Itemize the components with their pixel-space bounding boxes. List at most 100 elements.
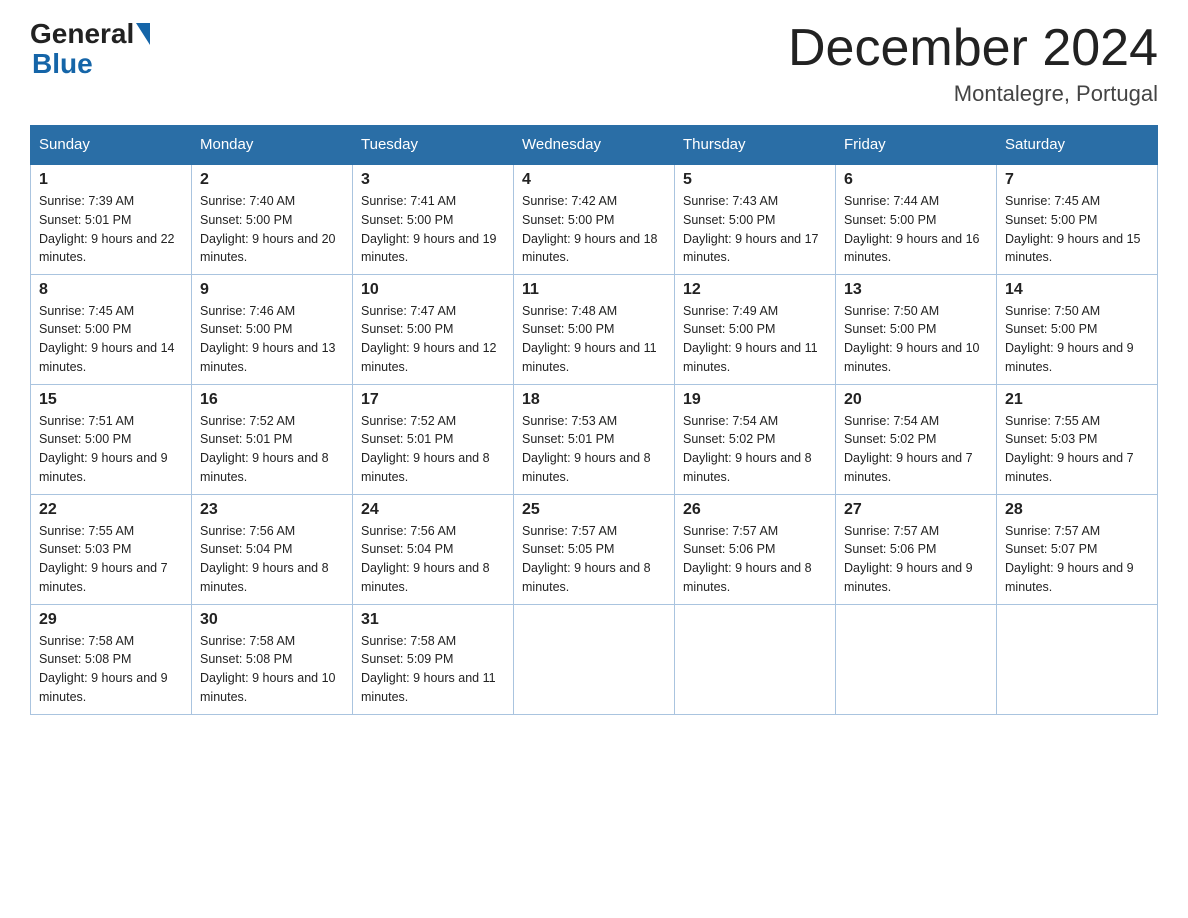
day-number: 4: [522, 171, 666, 189]
week-row-2: 8 Sunrise: 7:45 AMSunset: 5:00 PMDaylight…: [31, 274, 1158, 384]
day-cell-21: 21 Sunrise: 7:55 AMSunset: 5:03 PMDayligh…: [997, 384, 1158, 494]
day-cell-19: 19Sunrise: 7:54 AMSunset: 5:02 PMDayligh…: [675, 384, 836, 494]
header-thursday: Thursday: [675, 126, 836, 165]
day-info: Sunrise: 7:54 AMSunset: 5:02 PMDaylight:…: [683, 412, 827, 487]
day-number: 13: [844, 281, 988, 299]
day-cell-7: 7Sunrise: 7:45 AMSunset: 5:00 PMDaylight…: [997, 164, 1158, 274]
day-info: Sunrise: 7:52 AMSunset: 5:01 PMDaylight:…: [200, 412, 344, 487]
day-number: 12: [683, 281, 827, 299]
day-cell-4: 4 Sunrise: 7:42 AMSunset: 5:00 PMDaylight…: [514, 164, 675, 274]
logo-general-text: General: [30, 20, 134, 48]
day-info: Sunrise: 7:48 AMSunset: 5:00 PMDaylight:…: [522, 302, 666, 377]
day-cell-29: 29 Sunrise: 7:58 AMSunset: 5:08 PMDayligh…: [31, 604, 192, 714]
logo: General Blue: [30, 20, 152, 80]
day-number: 9: [200, 281, 344, 299]
day-info: Sunrise: 7:55 AMSunset: 5:03 PMDaylight:…: [39, 522, 183, 597]
day-cell-30: 30 Sunrise: 7:58 AMSunset: 5:08 PMDayligh…: [192, 604, 353, 714]
day-number: 11: [522, 281, 666, 299]
day-info: Sunrise: 7:41 AMSunset: 5:00 PMDaylight:…: [361, 192, 505, 267]
day-number: 28: [1005, 501, 1149, 519]
day-info: Sunrise: 7:43 AMSunset: 5:00 PMDaylight:…: [683, 192, 827, 267]
day-cell-9: 9 Sunrise: 7:46 AMSunset: 5:00 PMDaylight…: [192, 274, 353, 384]
day-cell-10: 10Sunrise: 7:47 AMSunset: 5:00 PMDayligh…: [353, 274, 514, 384]
day-cell-28: 28 Sunrise: 7:57 AMSunset: 5:07 PMDayligh…: [997, 494, 1158, 604]
day-info: Sunrise: 7:56 AMSunset: 5:04 PMDaylight:…: [200, 522, 344, 597]
day-cell-26: 26 Sunrise: 7:57 AMSunset: 5:06 PMDayligh…: [675, 494, 836, 604]
day-cell-11: 11 Sunrise: 7:48 AMSunset: 5:00 PMDayligh…: [514, 274, 675, 384]
day-cell-3: 3Sunrise: 7:41 AMSunset: 5:00 PMDaylight…: [353, 164, 514, 274]
header-sunday: Sunday: [31, 126, 192, 165]
day-info: Sunrise: 7:46 AMSunset: 5:00 PMDaylight:…: [200, 302, 344, 377]
day-info: Sunrise: 7:45 AMSunset: 5:00 PMDaylight:…: [1005, 192, 1149, 267]
day-cell-25: 25Sunrise: 7:57 AMSunset: 5:05 PMDayligh…: [514, 494, 675, 604]
day-info: Sunrise: 7:52 AMSunset: 5:01 PMDaylight:…: [361, 412, 505, 487]
day-info: Sunrise: 7:50 AMSunset: 5:00 PMDaylight:…: [1005, 302, 1149, 377]
day-info: Sunrise: 7:54 AMSunset: 5:02 PMDaylight:…: [844, 412, 988, 487]
header-friday: Friday: [836, 126, 997, 165]
logo-blue-text: Blue: [32, 48, 93, 80]
day-info: Sunrise: 7:50 AMSunset: 5:00 PMDaylight:…: [844, 302, 988, 377]
title-block: December 2024 Montalegre, Portugal: [788, 20, 1158, 107]
month-title: December 2024: [788, 20, 1158, 77]
day-info: Sunrise: 7:57 AMSunset: 5:06 PMDaylight:…: [683, 522, 827, 597]
day-number: 1: [39, 171, 183, 189]
day-number: 30: [200, 611, 344, 629]
day-cell-27: 27Sunrise: 7:57 AMSunset: 5:06 PMDayligh…: [836, 494, 997, 604]
day-number: 21: [1005, 391, 1149, 409]
header-tuesday: Tuesday: [353, 126, 514, 165]
day-info: Sunrise: 7:44 AMSunset: 5:00 PMDaylight:…: [844, 192, 988, 267]
header-wednesday: Wednesday: [514, 126, 675, 165]
day-number: 31: [361, 611, 505, 629]
day-info: Sunrise: 7:57 AMSunset: 5:07 PMDaylight:…: [1005, 522, 1149, 597]
day-cell-24: 24 Sunrise: 7:56 AMSunset: 5:04 PMDayligh…: [353, 494, 514, 604]
day-number: 8: [39, 281, 183, 299]
day-number: 22: [39, 501, 183, 519]
day-cell-5: 5 Sunrise: 7:43 AMSunset: 5:00 PMDaylight…: [675, 164, 836, 274]
day-cell-31: 31Sunrise: 7:58 AMSunset: 5:09 PMDayligh…: [353, 604, 514, 714]
day-number: 26: [683, 501, 827, 519]
day-cell-17: 17 Sunrise: 7:52 AMSunset: 5:01 PMDayligh…: [353, 384, 514, 494]
day-number: 15: [39, 391, 183, 409]
day-number: 18: [522, 391, 666, 409]
day-cell-6: 6Sunrise: 7:44 AMSunset: 5:00 PMDaylight…: [836, 164, 997, 274]
day-cell-22: 22 Sunrise: 7:55 AMSunset: 5:03 PMDayligh…: [31, 494, 192, 604]
calendar-header-row: SundayMondayTuesdayWednesdayThursdayFrid…: [31, 126, 1158, 165]
day-cell-18: 18 Sunrise: 7:53 AMSunset: 5:01 PMDayligh…: [514, 384, 675, 494]
day-cell-15: 15 Sunrise: 7:51 AMSunset: 5:00 PMDayligh…: [31, 384, 192, 494]
day-info: Sunrise: 7:45 AMSunset: 5:00 PMDaylight:…: [39, 302, 183, 377]
week-row-4: 22 Sunrise: 7:55 AMSunset: 5:03 PMDayligh…: [31, 494, 1158, 604]
day-info: Sunrise: 7:47 AMSunset: 5:00 PMDaylight:…: [361, 302, 505, 377]
day-info: Sunrise: 7:58 AMSunset: 5:08 PMDaylight:…: [39, 632, 183, 707]
day-info: Sunrise: 7:55 AMSunset: 5:03 PMDaylight:…: [1005, 412, 1149, 487]
day-number: 27: [844, 501, 988, 519]
day-number: 20: [844, 391, 988, 409]
day-info: Sunrise: 7:40 AMSunset: 5:00 PMDaylight:…: [200, 192, 344, 267]
day-info: Sunrise: 7:42 AMSunset: 5:00 PMDaylight:…: [522, 192, 666, 267]
day-info: Sunrise: 7:39 AMSunset: 5:01 PMDaylight:…: [39, 192, 183, 267]
day-number: 24: [361, 501, 505, 519]
day-number: 5: [683, 171, 827, 189]
day-cell-2: 2Sunrise: 7:40 AMSunset: 5:00 PMDaylight…: [192, 164, 353, 274]
day-info: Sunrise: 7:51 AMSunset: 5:00 PMDaylight:…: [39, 412, 183, 487]
page-header: General Blue December 2024 Montalegre, P…: [30, 20, 1158, 107]
day-number: 29: [39, 611, 183, 629]
week-row-5: 29 Sunrise: 7:58 AMSunset: 5:08 PMDayligh…: [31, 604, 1158, 714]
empty-cell: [514, 604, 675, 714]
header-saturday: Saturday: [997, 126, 1158, 165]
calendar-table: SundayMondayTuesdayWednesdayThursdayFrid…: [30, 125, 1158, 715]
header-monday: Monday: [192, 126, 353, 165]
day-info: Sunrise: 7:58 AMSunset: 5:08 PMDaylight:…: [200, 632, 344, 707]
day-info: Sunrise: 7:56 AMSunset: 5:04 PMDaylight:…: [361, 522, 505, 597]
empty-cell: [836, 604, 997, 714]
day-cell-14: 14 Sunrise: 7:50 AMSunset: 5:00 PMDayligh…: [997, 274, 1158, 384]
logo-triangle-icon: [136, 23, 150, 45]
day-cell-1: 1 Sunrise: 7:39 AMSunset: 5:01 PMDaylight…: [31, 164, 192, 274]
location-title: Montalegre, Portugal: [788, 81, 1158, 107]
week-row-3: 15 Sunrise: 7:51 AMSunset: 5:00 PMDayligh…: [31, 384, 1158, 494]
day-info: Sunrise: 7:57 AMSunset: 5:05 PMDaylight:…: [522, 522, 666, 597]
day-number: 17: [361, 391, 505, 409]
day-number: 23: [200, 501, 344, 519]
day-number: 14: [1005, 281, 1149, 299]
day-info: Sunrise: 7:53 AMSunset: 5:01 PMDaylight:…: [522, 412, 666, 487]
day-cell-12: 12Sunrise: 7:49 AMSunset: 5:00 PMDayligh…: [675, 274, 836, 384]
